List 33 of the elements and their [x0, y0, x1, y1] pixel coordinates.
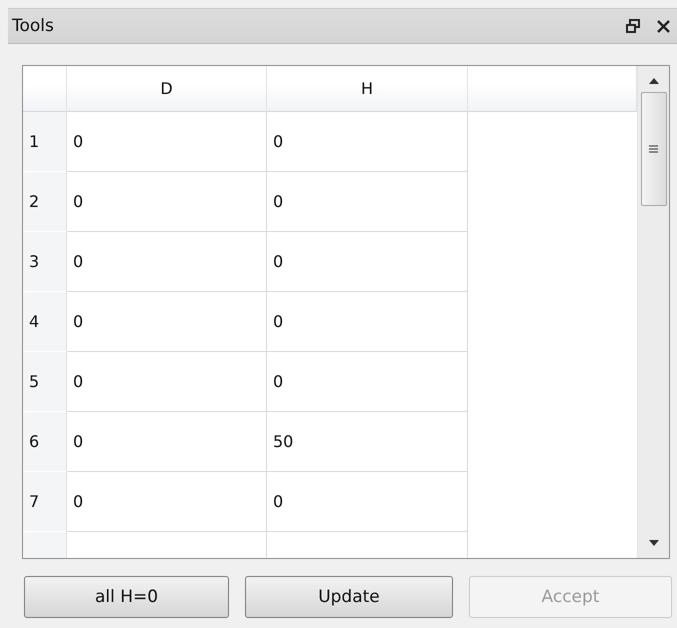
table-cell[interactable]: 0 [67, 472, 267, 532]
close-icon[interactable] [655, 18, 671, 34]
row-header[interactable]: 4 [23, 292, 67, 352]
row-header[interactable]: 6 [23, 412, 67, 472]
table-cell[interactable]: 0 [267, 112, 468, 172]
row-header[interactable]: 2 [23, 172, 67, 232]
vertical-scrollbar[interactable] [637, 66, 669, 558]
table-cell[interactable]: 0 [67, 112, 267, 172]
float-icon[interactable] [625, 18, 641, 34]
scroll-thumb[interactable] [640, 92, 666, 206]
table-cell[interactable]: 0 [67, 292, 267, 352]
scroll-up-icon[interactable] [648, 78, 658, 84]
panel-title: Tools [12, 16, 55, 36]
table-cell[interactable]: 50 [267, 412, 468, 472]
action-button[interactable]: Update [245, 576, 453, 618]
column-header[interactable]: H [267, 66, 468, 112]
scroll-down-icon[interactable] [648, 540, 658, 546]
column-header[interactable]: D [67, 66, 267, 112]
table-cell[interactable]: 0 [67, 172, 267, 232]
action-button[interactable]: all H=0 [24, 576, 229, 618]
table-cell[interactable]: 0 [67, 412, 267, 472]
table-cell[interactable]: 0 [67, 352, 267, 412]
row-header[interactable]: 7 [23, 472, 67, 532]
table-cell[interactable]: 0 [267, 472, 468, 532]
table-cell[interactable]: 0 [267, 352, 468, 412]
table-cell[interactable]: 0 [267, 172, 468, 232]
row-header[interactable]: 3 [23, 232, 67, 292]
table-cell[interactable]: 0 [267, 232, 468, 292]
table-cell[interactable]: 0 [267, 292, 468, 352]
table-cell[interactable]: 0 [67, 232, 267, 292]
row-header[interactable]: 5 [23, 352, 67, 412]
corner-header [23, 66, 67, 112]
row-header[interactable]: 1 [23, 112, 67, 172]
